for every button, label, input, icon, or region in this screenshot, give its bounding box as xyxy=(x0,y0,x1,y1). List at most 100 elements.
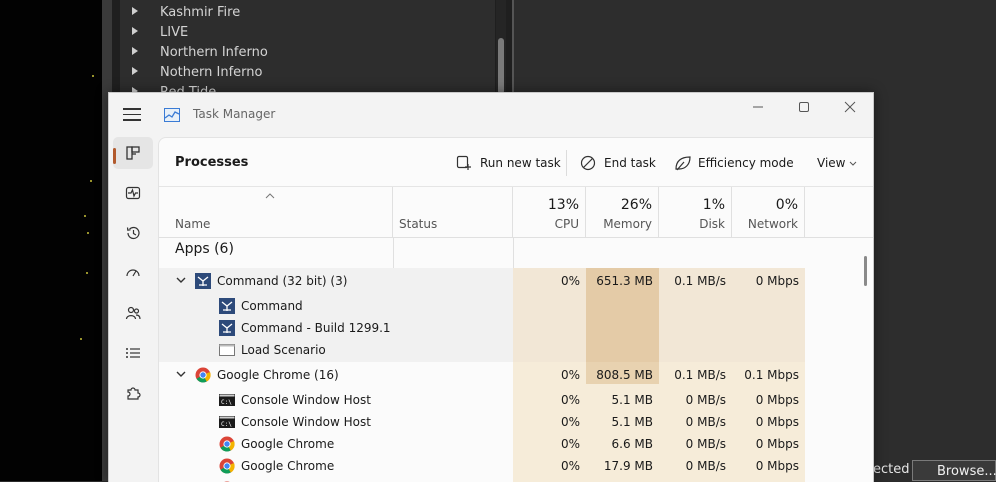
chevron-down-icon[interactable] xyxy=(176,371,186,378)
command-app-icon xyxy=(219,298,235,314)
expand-triangle-icon[interactable] xyxy=(132,27,138,35)
column-memory-header[interactable]: 26% Memory xyxy=(586,187,659,237)
table-row[interactable]: Google Chrome (16) 0% 808.5 MB 0.1 MB/s … xyxy=(159,364,859,386)
process-list-scrollbar[interactable] xyxy=(864,256,867,286)
tree-item[interactable]: LIVE xyxy=(120,23,188,43)
memory-value: 6.6 MB xyxy=(586,433,653,455)
cpu-value: 0% xyxy=(513,270,580,292)
processes-content: Processes Run new task End task xyxy=(158,137,874,482)
chevron-down-icon[interactable] xyxy=(176,277,186,284)
expand-triangle-icon[interactable] xyxy=(132,47,138,55)
disk-total-percent: 1% xyxy=(703,197,725,213)
page-title: Processes xyxy=(175,155,248,170)
chrome-icon xyxy=(219,458,235,474)
toolbar: Processes Run new task End task xyxy=(159,138,874,187)
desktop-speck xyxy=(84,215,86,217)
column-network-header[interactable]: 0% Network xyxy=(732,187,805,237)
table-row[interactable]: Command (32 bit) (3) 0% 651.3 MB 0.1 MB/… xyxy=(159,270,859,292)
column-name-header[interactable]: Name xyxy=(159,187,393,237)
expand-triangle-icon[interactable] xyxy=(132,67,138,75)
cpu-value: 0% xyxy=(513,364,580,386)
nav-processes[interactable] xyxy=(113,137,153,169)
network-value: 0 Mbps xyxy=(732,270,799,292)
disk-value: 0.1 MB/s xyxy=(659,364,726,386)
desktop-speck xyxy=(80,338,82,340)
command-app-icon xyxy=(219,320,235,336)
column-cpu-header[interactable]: 13% CPU xyxy=(513,187,586,237)
table-row[interactable]: Command xyxy=(159,295,859,317)
expand-triangle-icon[interactable] xyxy=(132,7,138,15)
view-dropdown[interactable]: View xyxy=(817,155,863,171)
tree-item[interactable]: Northern Inferno xyxy=(120,43,268,63)
hamburger-menu-icon[interactable] xyxy=(123,108,141,122)
tree-item[interactable]: Nothern Inferno xyxy=(120,63,262,83)
tree-item-label: Northern Inferno xyxy=(160,45,268,60)
column-cpu-label: CPU xyxy=(555,217,579,231)
table-row[interactable]: Google Chrome 0% 6.6 MB 0 MB/s 0 Mbps xyxy=(159,433,859,455)
column-network-label: Network xyxy=(748,217,798,231)
cpu-value: 0% xyxy=(513,455,580,477)
console-icon: C:\ xyxy=(219,392,235,408)
efficiency-mode-button[interactable]: Efficiency mode xyxy=(674,155,804,171)
column-memory-label: Memory xyxy=(603,217,652,231)
group-header-apps: Apps (6) xyxy=(159,238,859,260)
chrome-icon xyxy=(219,436,235,452)
network-total-percent: 0% xyxy=(776,197,798,213)
table-row[interactable]: Google Chrome 0% 17.9 MB 0 MB/s 0 Mbps xyxy=(159,455,859,477)
window-app-icon xyxy=(219,342,235,358)
history-icon xyxy=(125,225,141,241)
tree-item-label: Kashmir Fire xyxy=(160,5,240,20)
title-bar[interactable]: Task Manager xyxy=(109,93,873,137)
nav-details[interactable] xyxy=(113,337,153,369)
disk-value: 0 MB/s xyxy=(659,389,726,411)
memory-value: 5.1 MB xyxy=(586,389,653,411)
table-row[interactable]: Load Scenario xyxy=(159,339,859,361)
navigation-rail xyxy=(109,137,158,482)
process-name: Google Chrome (16) xyxy=(217,364,339,386)
nav-services[interactable] xyxy=(113,377,153,409)
memory-value: 651.3 MB xyxy=(586,270,653,292)
services-puzzle-icon xyxy=(125,385,141,401)
cpu-total-percent: 13% xyxy=(548,197,579,213)
minimize-icon[interactable] xyxy=(735,93,781,123)
table-row[interactable]: C:\ Console Window Host 0% 5.1 MB 0 MB/s… xyxy=(159,389,859,411)
disk-value: 0 MB/s xyxy=(659,411,726,433)
memory-value: 17.9 MB xyxy=(586,455,653,477)
startup-icon xyxy=(125,265,141,281)
task-manager-window: Task Manager xyxy=(108,92,874,482)
network-value: 0 Mbps xyxy=(732,455,799,477)
disk-value: 0.1 MB/s xyxy=(659,270,726,292)
end-task-button[interactable]: End task xyxy=(580,155,670,171)
table-row[interactable]: C:\ Console Window Host 0% 5.1 MB 0 MB/s… xyxy=(159,411,859,433)
desktop-speck xyxy=(87,232,89,234)
run-task-icon xyxy=(456,155,472,171)
nav-users[interactable] xyxy=(113,297,153,329)
processes-icon xyxy=(125,145,141,161)
run-new-task-button[interactable]: Run new task xyxy=(456,155,566,171)
desktop-speck xyxy=(86,272,88,274)
console-icon: C:\ xyxy=(219,414,235,430)
nav-startup-apps[interactable] xyxy=(113,257,153,289)
memory-value: 5.1 MB xyxy=(586,411,653,433)
column-status-header[interactable]: Status xyxy=(393,187,513,237)
table-row[interactable]: Command - Build 1299.1 xyxy=(159,317,859,339)
process-name: Console Window Host xyxy=(241,389,371,411)
process-name: Command (32 bit) (3) xyxy=(217,270,347,292)
nav-app-history[interactable] xyxy=(113,217,153,249)
tree-item[interactable]: Kashmir Fire xyxy=(120,3,240,23)
run-new-task-label: Run new task xyxy=(480,155,561,171)
details-list-icon xyxy=(125,345,141,361)
tree-scrollbar-thumb[interactable] xyxy=(498,38,504,94)
nav-performance[interactable] xyxy=(113,177,153,209)
cpu-value: 0% xyxy=(513,411,580,433)
close-icon[interactable] xyxy=(827,93,873,123)
maximize-icon[interactable] xyxy=(781,93,827,123)
column-disk-header[interactable]: 1% Disk xyxy=(659,187,732,237)
process-list: Apps (6) Command (32 bit) (3) 0% 651.3 M… xyxy=(159,238,859,482)
cpu-value: 0% xyxy=(513,433,580,455)
table-row[interactable] xyxy=(159,478,859,482)
process-name: Load Scenario xyxy=(241,339,326,361)
process-name: Google Chrome xyxy=(241,433,334,455)
tree-item-label: Nothern Inferno xyxy=(160,65,262,80)
browse-button[interactable]: Browse... xyxy=(912,460,996,481)
